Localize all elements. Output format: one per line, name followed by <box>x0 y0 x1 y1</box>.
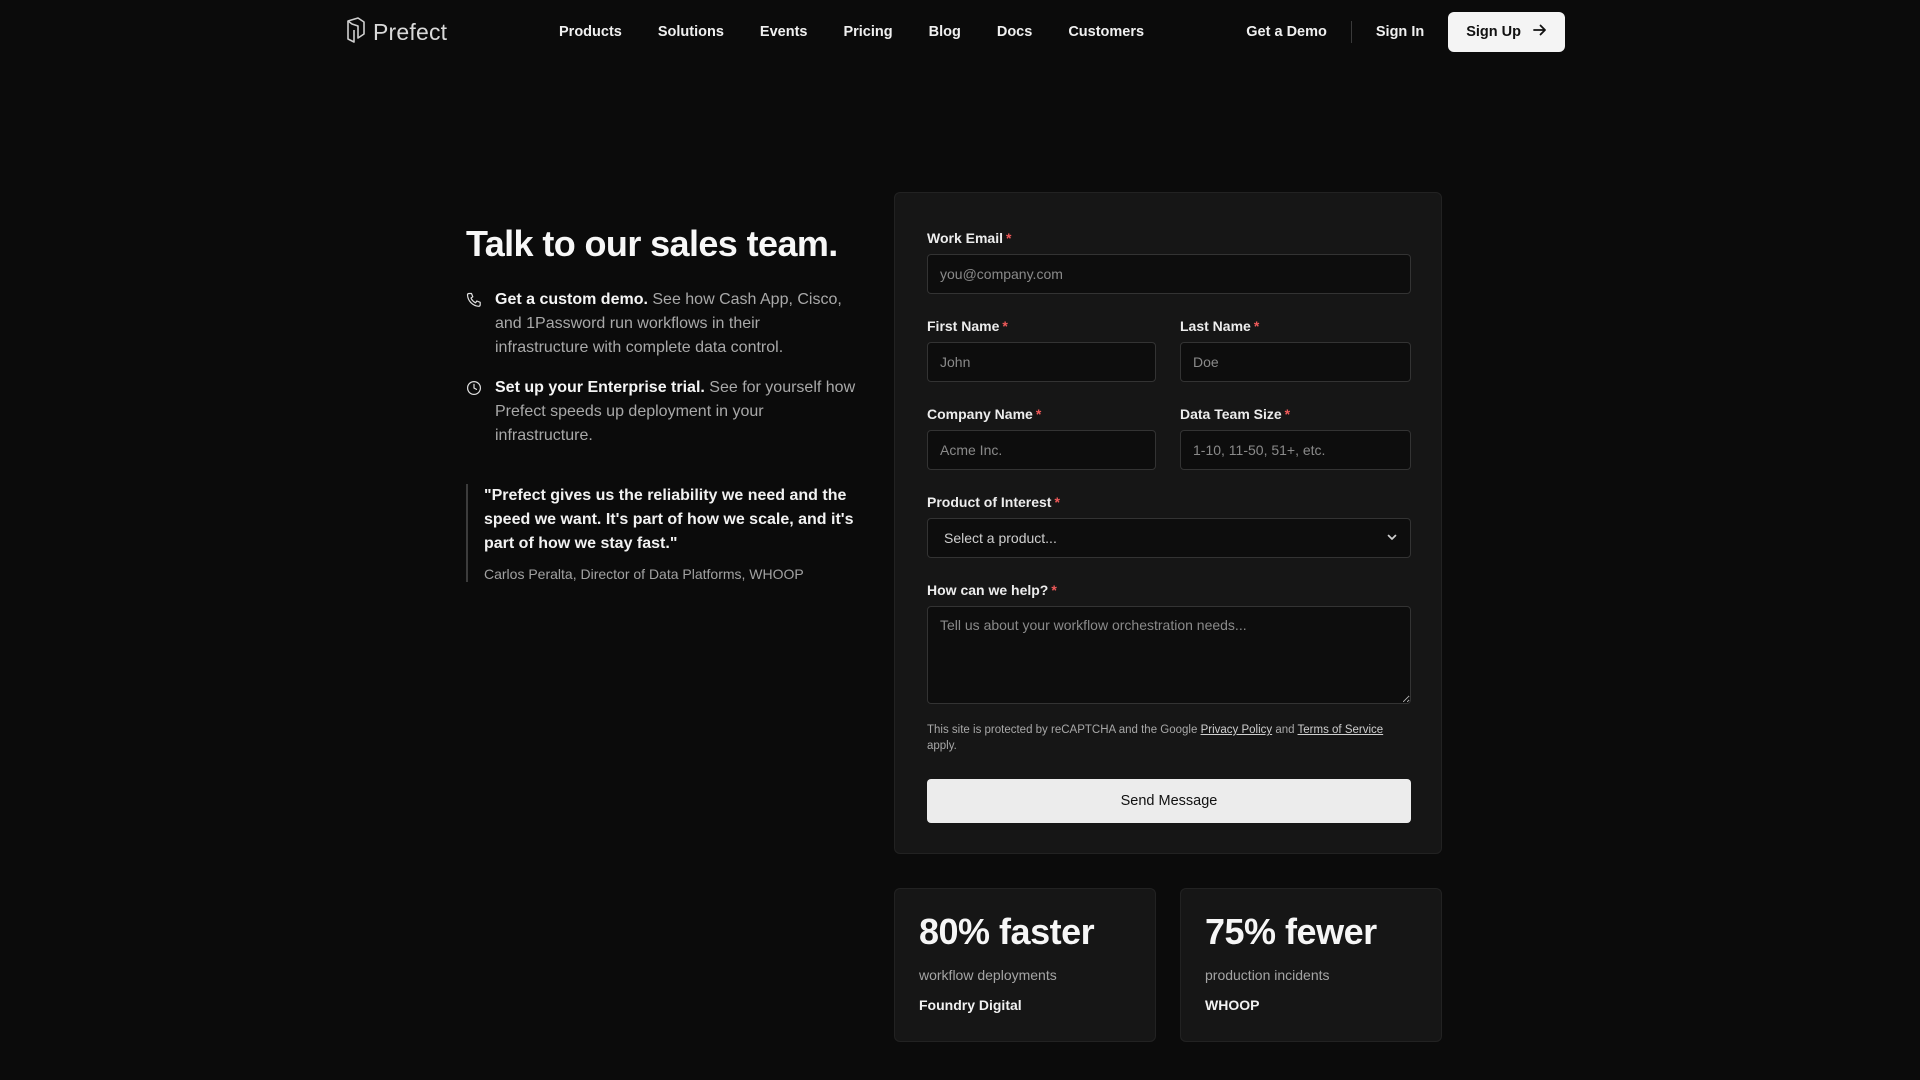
logo-text: Prefect <box>373 19 448 45</box>
stat-description: workflow deployments <box>919 967 1057 983</box>
sign-in-link[interactable]: Sign In <box>1376 24 1424 40</box>
nav-link-events[interactable]: Events <box>760 24 808 40</box>
product-field: Product of Interest * Select a product... <box>927 494 1411 558</box>
stat-source: Foundry Digital <box>919 997 1022 1013</box>
sales-intro: Talk to our sales team. Get a custom dem… <box>466 222 856 582</box>
stat-value: 75% fewer <box>1205 911 1377 952</box>
work-email-input[interactable] <box>927 254 1411 294</box>
required-asterisk: * <box>1284 406 1291 422</box>
nav-links: Products Solutions Events Pricing Blog D… <box>559 0 1180 64</box>
customer-quote: "Prefect gives us the reliability we nee… <box>466 484 856 582</box>
get-demo-link[interactable]: Get a Demo <box>1246 24 1327 40</box>
nav-link-blog[interactable]: Blog <box>929 24 961 40</box>
chevron-down-icon <box>1386 530 1398 546</box>
product-label: Product of Interest * <box>927 494 1060 510</box>
product-select-value: Select a product... <box>944 530 1057 546</box>
quote-author: Carlos Peralta, Director of Data Platfor… <box>484 566 804 582</box>
first-name-label: First Name * <box>927 318 1008 334</box>
arrow-right-icon <box>1533 23 1547 41</box>
feature-title: Get a custom demo. <box>495 291 648 308</box>
required-asterisk: * <box>1035 406 1042 422</box>
nav-actions: Get a Demo Sign In Sign Up <box>1246 12 1565 52</box>
company-name-label: Company Name * <box>927 406 1042 422</box>
help-field: How can we help? * <box>927 582 1411 709</box>
stat-card-incidents: 75% fewer production incidents WHOOP <box>1180 888 1442 1042</box>
top-navigation: Prefect Products Solutions Events Pricin… <box>0 0 1920 64</box>
stat-source: WHOOP <box>1205 997 1260 1013</box>
team-size-input[interactable] <box>1180 430 1411 470</box>
nav-link-solutions[interactable]: Solutions <box>658 24 724 40</box>
feature-title: Set up your Enterprise trial. <box>495 379 705 396</box>
last-name-field: Last Name * <box>1180 318 1411 382</box>
sign-up-label: Sign Up <box>1466 24 1521 40</box>
contact-form-card: Work Email* First Name* Last Name* Compa… <box>894 192 1442 854</box>
required-asterisk: * <box>1054 494 1060 510</box>
required-asterisk: * <box>1253 318 1260 334</box>
last-name-label: Last Name * <box>1180 318 1260 334</box>
prefect-logo[interactable]: Prefect <box>345 17 447 48</box>
phone-icon <box>466 292 482 316</box>
nav-link-pricing[interactable]: Pricing <box>843 24 892 40</box>
terms-of-service-link[interactable]: Terms of Service <box>1298 724 1384 736</box>
recaptcha-notice: This site is protected by reCAPTCHA and … <box>927 724 1384 752</box>
help-textarea[interactable] <box>927 606 1411 704</box>
feature-custom-demo: Get a custom demo. See how Cash App, Cis… <box>466 288 856 360</box>
quote-text: "Prefect gives us the reliability we nee… <box>484 487 854 552</box>
nav-link-customers[interactable]: Customers <box>1068 24 1144 40</box>
first-name-input[interactable] <box>927 342 1156 382</box>
team-size-label: Data Team Size * <box>1180 406 1291 422</box>
work-email-label: Work Email * <box>927 230 1012 246</box>
required-asterisk: * <box>1006 230 1012 246</box>
prefect-logo-icon <box>345 17 367 48</box>
stat-card-deployments: 80% faster workflow deployments Foundry … <box>894 888 1156 1042</box>
stat-value: 80% faster <box>919 911 1095 952</box>
company-name-input[interactable] <box>927 430 1156 470</box>
privacy-policy-link[interactable]: Privacy Policy <box>1201 724 1273 736</box>
page-title: Talk to our sales team. <box>466 223 838 264</box>
required-asterisk: * <box>1051 582 1057 598</box>
first-name-field: First Name * <box>927 318 1156 382</box>
stat-description: production incidents <box>1205 967 1330 983</box>
company-name-field: Company Name * <box>927 406 1156 470</box>
clock-icon <box>466 380 482 404</box>
work-email-field: Work Email * <box>927 230 1411 294</box>
required-asterisk: * <box>1002 318 1008 334</box>
send-message-button[interactable]: Send Message <box>927 779 1411 823</box>
feature-enterprise-trial: Set up your Enterprise trial. See for yo… <box>466 376 856 448</box>
last-name-input[interactable] <box>1180 342 1411 382</box>
nav-link-products[interactable]: Products <box>559 24 622 40</box>
help-label: How can we help? * <box>927 582 1057 598</box>
product-select[interactable]: Select a product... <box>927 518 1411 558</box>
nav-divider <box>1350 21 1352 43</box>
nav-link-docs[interactable]: Docs <box>997 24 1032 40</box>
sign-up-button[interactable]: Sign Up <box>1448 12 1565 52</box>
team-size-field: Data Team Size * <box>1180 406 1411 470</box>
